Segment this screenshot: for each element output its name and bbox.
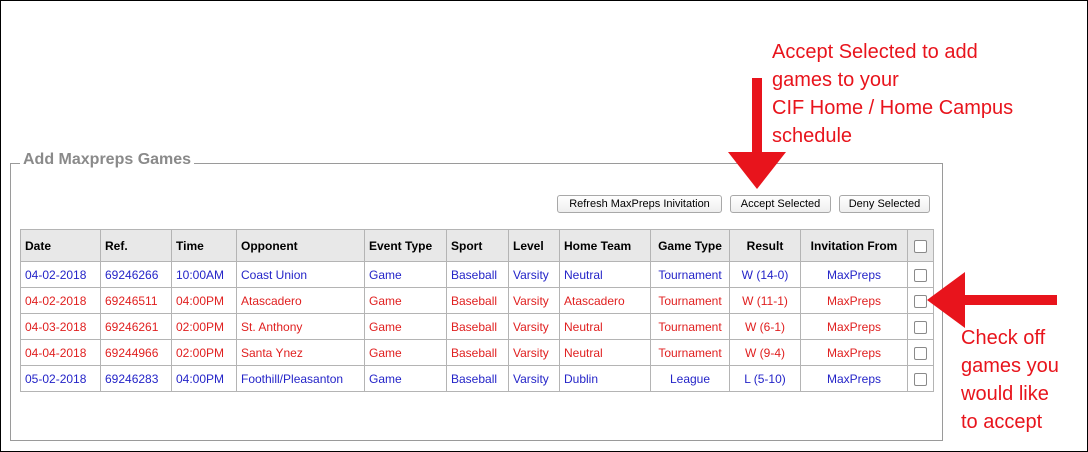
down-arrow-icon <box>728 78 786 189</box>
left-arrow-icon <box>927 272 1057 328</box>
annotation-arrows <box>728 78 1057 328</box>
